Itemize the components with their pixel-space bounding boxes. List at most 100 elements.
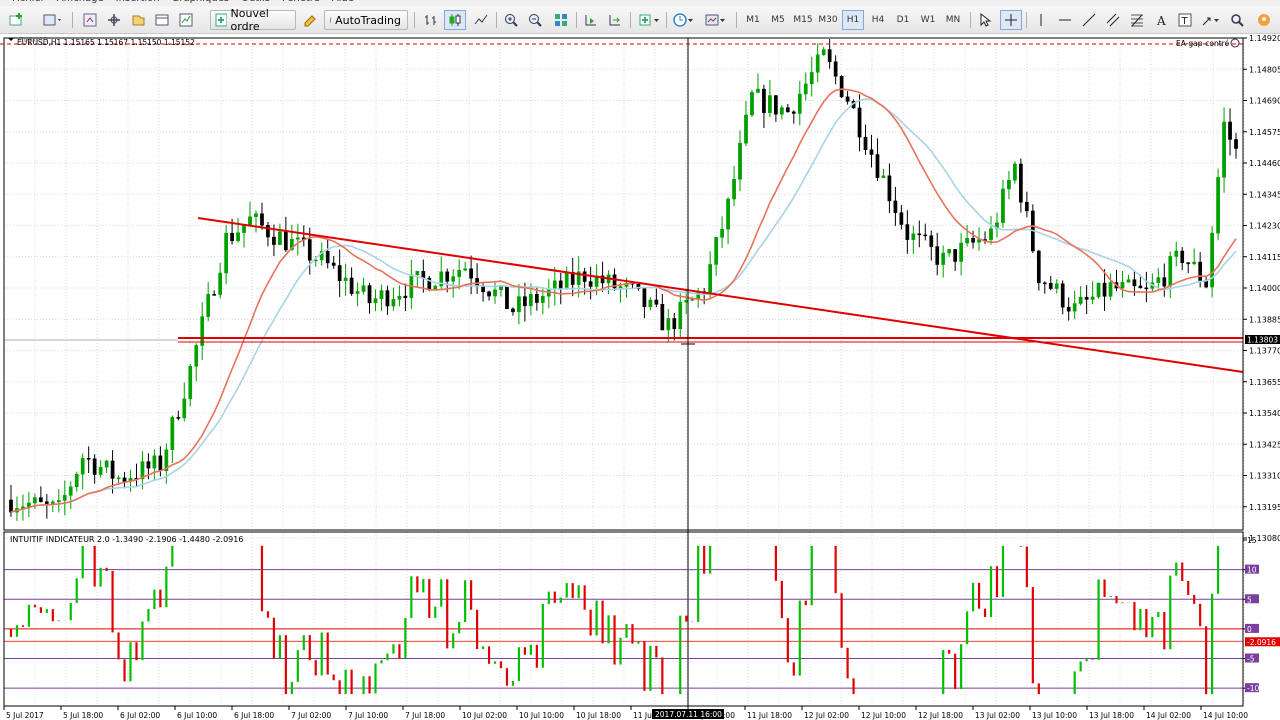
- candle-body: [1162, 277, 1167, 287]
- menu-item[interactable]: Fichier: [12, 0, 45, 4]
- candle-body: [1007, 179, 1011, 190]
- indicator-tick-label: -10: [1247, 684, 1259, 693]
- timeframe-m15[interactable]: M15: [792, 10, 814, 30]
- menu-item[interactable]: Insertion: [116, 0, 160, 4]
- candle-body: [1168, 256, 1173, 287]
- menu-item[interactable]: Affichage: [57, 0, 104, 4]
- timeframe-m5[interactable]: M5: [767, 10, 789, 30]
- time-tick-label: 7 Jul 02:00: [291, 711, 331, 720]
- timeframe-m1[interactable]: M1: [742, 10, 764, 30]
- candle-body: [272, 236, 276, 245]
- timeframe-h1[interactable]: H1: [842, 10, 864, 30]
- candle-body: [744, 114, 748, 144]
- candle-body: [791, 111, 796, 114]
- candle-body: [863, 136, 868, 150]
- time-tick-label: 14 Jul 02:00: [1146, 711, 1191, 720]
- candlestick-icon[interactable]: [444, 10, 466, 30]
- candle-body: [379, 290, 384, 299]
- cursor-tool-icon[interactable]: [974, 10, 996, 30]
- candle-body: [1060, 283, 1065, 308]
- time-tick-label: 13 Jul 10:00: [1032, 711, 1077, 720]
- candle-body: [1096, 282, 1101, 298]
- candle-body: [260, 213, 264, 226]
- new-order-button[interactable]: Nouvel ordre: [210, 7, 296, 33]
- price-tick-label: 1.13310: [1249, 472, 1280, 481]
- indicators-button[interactable]: [636, 10, 664, 30]
- timeframe-m30[interactable]: M30: [817, 10, 839, 30]
- arrows-button[interactable]: [1198, 10, 1224, 30]
- trendline-icon[interactable]: [1078, 10, 1100, 30]
- candle-body: [1198, 261, 1203, 281]
- candle-body: [475, 278, 479, 286]
- candle-body: [373, 298, 378, 304]
- price-tick-label: 1.14920: [1249, 34, 1280, 43]
- candle-body: [642, 288, 647, 308]
- svg-text:A: A: [1156, 14, 1166, 27]
- profiles-button[interactable]: [40, 10, 66, 30]
- candle-body: [397, 295, 402, 300]
- candle-body: [1144, 287, 1149, 290]
- candle-body: [780, 107, 784, 115]
- horizontal-line-icon[interactable]: [1054, 10, 1076, 30]
- svg-text:T: T: [1181, 16, 1189, 27]
- time-tick-label: 13 Jul 02:00: [975, 711, 1020, 720]
- candle-body: [391, 299, 396, 307]
- market-watch-icon[interactable]: [80, 10, 100, 30]
- candle-body: [80, 457, 85, 475]
- timeframe-w1[interactable]: W1: [917, 10, 939, 30]
- candle-body: [110, 460, 115, 479]
- candle-body: [654, 299, 659, 305]
- timeframe-h4[interactable]: H4: [867, 10, 889, 30]
- zoom-in-icon[interactable]: [500, 10, 522, 30]
- line-chart-icon[interactable]: [470, 10, 492, 30]
- zoom-out-icon[interactable]: [524, 10, 546, 30]
- candle-body: [415, 271, 420, 276]
- menu-item[interactable]: Outils: [241, 0, 270, 4]
- candle-body: [158, 455, 163, 471]
- candle-body: [505, 286, 509, 310]
- metaeditor-icon[interactable]: [300, 10, 320, 30]
- text-tool-icon[interactable]: A: [1150, 10, 1172, 30]
- vertical-line-icon[interactable]: [1030, 10, 1052, 30]
- terminal-icon[interactable]: [152, 10, 172, 30]
- fibonacci-icon[interactable]: [1126, 10, 1148, 30]
- bar-chart-icon[interactable]: [420, 10, 442, 30]
- chart-shift-icon[interactable]: [580, 10, 602, 30]
- price-tick-label: 1.13425: [1249, 440, 1280, 449]
- periods-button[interactable]: [670, 10, 698, 30]
- autotrading-button[interactable]: AutoTrading: [324, 10, 408, 30]
- menu-item[interactable]: Graphiques: [172, 0, 230, 4]
- navigator-icon[interactable]: [128, 10, 148, 30]
- candle-body: [529, 293, 533, 307]
- candle-body: [44, 501, 49, 504]
- price-tick-label: 1.14575: [1249, 128, 1280, 137]
- candle-body: [50, 501, 55, 504]
- candle-body: [756, 88, 760, 93]
- candle-body: [343, 277, 348, 281]
- candle-body: [1180, 250, 1185, 264]
- timeframe-mn[interactable]: MN: [942, 10, 964, 30]
- candle-body: [732, 179, 736, 200]
- new-chart-button[interactable]: [6, 10, 28, 30]
- strategy-tester-icon[interactable]: [176, 10, 196, 30]
- candle-body: [1126, 279, 1131, 283]
- candle-body: [1138, 285, 1143, 289]
- chart-window[interactable]: 1.14920 1.14805 1.14690 1.14575 1.14460 1.143…: [0, 34, 1280, 720]
- candle-body: [86, 457, 91, 460]
- crosshair-tool-icon[interactable]: [1000, 10, 1022, 30]
- menu-item[interactable]: Aide: [332, 0, 354, 4]
- tile-windows-icon[interactable]: [550, 10, 572, 30]
- data-window-icon[interactable]: [104, 10, 124, 30]
- menu-item[interactable]: Fenêtre: [282, 0, 320, 4]
- auto-scroll-icon[interactable]: [604, 10, 626, 30]
- timeframe-d1[interactable]: D1: [892, 10, 914, 30]
- candle-body: [875, 154, 880, 178]
- equidistant-channel-icon[interactable]: [1102, 10, 1124, 30]
- price-tick-label: 1.13195: [1249, 503, 1280, 512]
- search-icon[interactable]: [1226, 10, 1248, 30]
- candle-body: [839, 76, 844, 98]
- candle-body: [349, 277, 354, 294]
- templates-button[interactable]: [702, 10, 730, 30]
- text-label-icon[interactable]: T: [1174, 10, 1196, 30]
- community-icon[interactable]: [1252, 10, 1276, 30]
